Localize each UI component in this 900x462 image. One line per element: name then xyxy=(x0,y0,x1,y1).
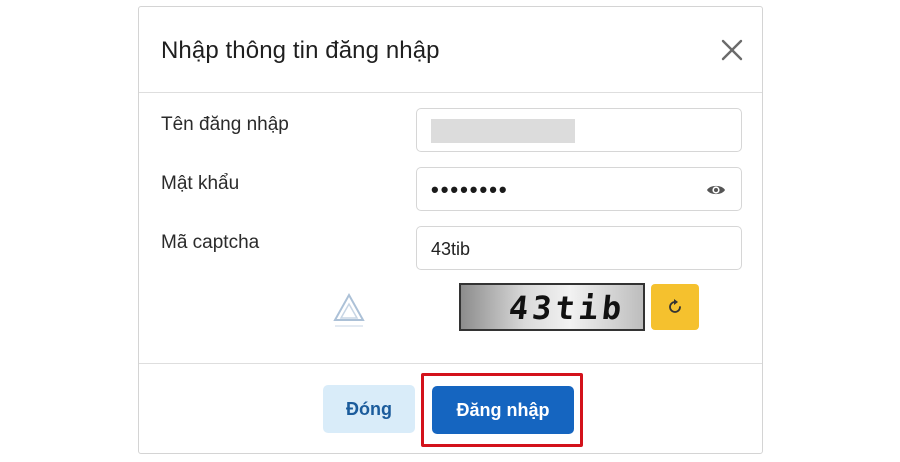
footer-divider xyxy=(139,363,762,364)
captcha-label: Mã captcha xyxy=(161,232,260,253)
username-label: Tên đăng nhập xyxy=(161,114,289,135)
close-button[interactable]: Đóng xyxy=(323,385,415,433)
refresh-icon xyxy=(666,298,684,316)
close-icon[interactable] xyxy=(717,35,747,65)
login-button[interactable]: Đăng nhập xyxy=(432,386,574,434)
password-value: •••••••• xyxy=(431,177,509,202)
watermark-logo xyxy=(329,292,369,332)
eye-icon[interactable] xyxy=(706,181,726,199)
dialog-title: Nhập thông tin đăng nhập xyxy=(161,37,440,64)
captcha-value: 43tib xyxy=(431,239,471,259)
captcha-input[interactable]: 43tib xyxy=(416,226,742,270)
password-label: Mật khẩu xyxy=(161,173,240,194)
redacted-username xyxy=(431,119,575,143)
captcha-image-text: 43tib xyxy=(507,289,628,327)
password-input[interactable]: •••••••• xyxy=(416,167,742,211)
captcha-image: 43tib xyxy=(459,283,645,331)
refresh-captcha-button[interactable] xyxy=(651,284,699,330)
login-dialog: Nhập thông tin đăng nhập Tên đăng nhập M… xyxy=(138,6,763,454)
username-input[interactable] xyxy=(416,108,742,152)
dialog-header: Nhập thông tin đăng nhập xyxy=(139,7,762,93)
